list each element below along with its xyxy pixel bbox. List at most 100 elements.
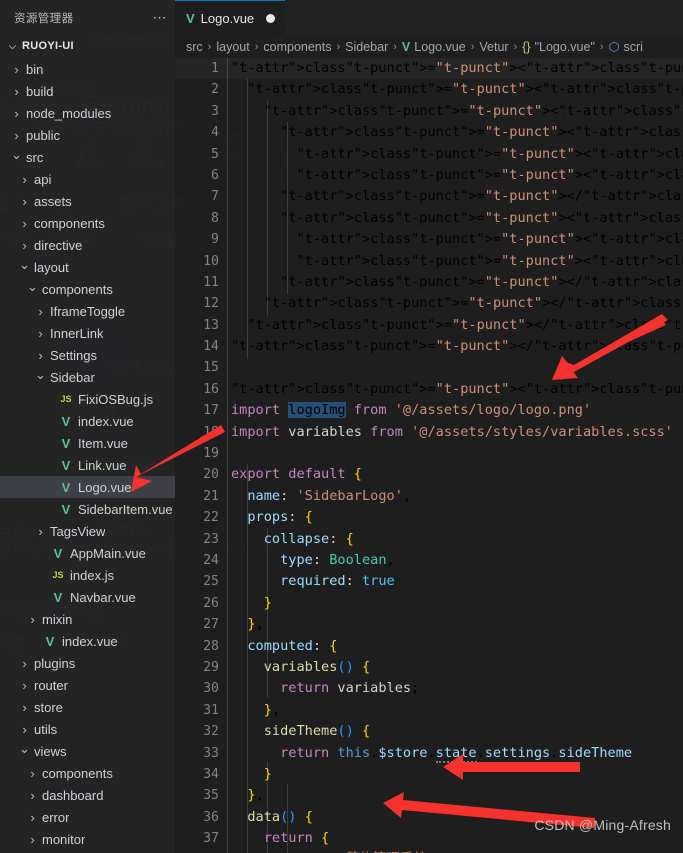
chevron-down-icon: ⌄ xyxy=(11,146,22,162)
code-line-8[interactable]: 8 "t-attr">class"t-punct">="t-punct"><"t… xyxy=(175,208,683,229)
tree-item-tagsview[interactable]: › TagsView xyxy=(0,520,175,542)
code-line-14[interactable]: 14 "t-attr">class"t-punct">="t-punct"></"… xyxy=(175,336,683,357)
tree-item-api[interactable]: › api xyxy=(0,168,175,190)
tree-item-fixiosbug-js[interactable]: JS FixiOSBug.js xyxy=(0,388,175,410)
code-editor[interactable]: 1 "t-attr">class"t-punct">="t-punct"><"t-… xyxy=(175,58,683,853)
code-line-29[interactable]: 29 variables() { xyxy=(175,657,683,678)
tree-item-sidebar[interactable]: ⌄ Sidebar xyxy=(0,366,175,388)
code-line-26[interactable]: 26 } xyxy=(175,593,683,614)
tree-item-mixin[interactable]: › mixin xyxy=(0,608,175,630)
breadcrumb-segment-4[interactable]: V Logo.vue xyxy=(402,40,466,54)
tree-item-node-modules[interactable]: › node_modules xyxy=(0,102,175,124)
code-line-4[interactable]: 4 "t-attr">class"t-punct">="t-punct"><"t… xyxy=(175,122,683,143)
code-line-21[interactable]: 21 name: 'SidebarLogo', xyxy=(175,486,683,507)
tree-item-link-vue[interactable]: V Link.vue xyxy=(0,454,175,476)
code-line-3[interactable]: 3 "t-attr">class"t-punct">="t-punct"><"t… xyxy=(175,101,683,122)
tree-item-logo-vue[interactable]: V Logo.vue xyxy=(0,476,175,498)
tree-item-components[interactable]: › components xyxy=(0,762,175,784)
code-line-28[interactable]: 28 computed: { xyxy=(175,636,683,657)
code-line-23[interactable]: 23 collapse: { xyxy=(175,529,683,550)
tree-item-index-vue[interactable]: Vindex.vue xyxy=(0,410,175,432)
code-line-20[interactable]: 20 export default { xyxy=(175,464,683,485)
breadcrumb-segment-0[interactable]: src xyxy=(186,40,203,54)
code-line-9[interactable]: 9 "t-attr">class"t-punct">="t-punct"><"t… xyxy=(175,229,683,250)
code-line-31[interactable]: 31 }, xyxy=(175,700,683,721)
tree-item-index-vue[interactable]: Vindex.vue xyxy=(0,630,175,652)
tree-item-src[interactable]: ⌄ src xyxy=(0,146,175,168)
tree-item-public[interactable]: › public xyxy=(0,124,175,146)
code-line-19[interactable]: 19 xyxy=(175,443,683,464)
workspace-root-row[interactable]: ⌵ RUOYI-UI xyxy=(0,35,175,57)
tree-item-views[interactable]: ⌄ views xyxy=(0,740,175,762)
code-line-33[interactable]: 33 return this.$store.state.settings.sid… xyxy=(175,743,683,764)
tree-item-item-vue[interactable]: V Item.vue xyxy=(0,432,175,454)
tree-item-layout[interactable]: ⌄ layout xyxy=(0,256,175,278)
chevron-down-icon: ⌄ xyxy=(19,740,30,756)
tree-item-components[interactable]: › components xyxy=(0,212,175,234)
code-line-17[interactable]: 17 import logoImg from '@/assets/logo/log… xyxy=(175,400,683,421)
code-line-1[interactable]: 1 "t-attr">class"t-punct">="t-punct"><"t-… xyxy=(175,58,683,79)
code-line-16[interactable]: 16 "t-attr">class"t-punct">="t-punct"><"t… xyxy=(175,379,683,400)
line-number-21: 21 xyxy=(203,488,219,504)
tree-item-utils[interactable]: › utils xyxy=(0,718,175,740)
tree-item-innerlink[interactable]: › InnerLink xyxy=(0,322,175,344)
code-line-10[interactable]: 10 "t-attr">class"t-punct">="t-punct"><"… xyxy=(175,251,683,272)
code-line-12[interactable]: 12 "t-attr">class"t-punct">="t-punct"></… xyxy=(175,293,683,314)
tree-item-store[interactable]: › store xyxy=(0,696,175,718)
tree-item-sidebaritem-vue[interactable]: V SidebarItem.vue xyxy=(0,498,175,520)
tree-item-navbar-vue[interactable]: V Navbar.vue xyxy=(0,586,175,608)
breadcrumb-segment-1[interactable]: layout xyxy=(216,40,249,54)
code-line-35[interactable]: 35 }, xyxy=(175,785,683,806)
tree-item-error[interactable]: › error xyxy=(0,806,175,828)
chevron-right-icon: › xyxy=(38,303,43,319)
breadcrumb-segment-3[interactable]: Sidebar xyxy=(345,40,388,54)
tree-item-settings[interactable]: › Settings xyxy=(0,344,175,366)
code-line-2[interactable]: 2 "t-attr">class"t-punct">="t-punct"><"t… xyxy=(175,79,683,100)
code-line-22[interactable]: 22 props: { xyxy=(175,507,683,528)
code-text: }, xyxy=(247,787,264,804)
tree-item-iframetoggle[interactable]: › IframeToggle xyxy=(0,300,175,322)
code-line-11[interactable]: 11 "t-attr">class"t-punct">="t-punct"></… xyxy=(175,272,683,293)
code-line-15[interactable]: 15 xyxy=(175,357,683,378)
tree-item-assets[interactable]: › assets xyxy=(0,190,175,212)
breadcrumb-segment-7[interactable]: ⬡ scri xyxy=(609,39,643,55)
unsaved-dot-icon[interactable] xyxy=(266,13,276,23)
line-number-31: 31 xyxy=(203,702,219,718)
tree-item-index-js[interactable]: JS index.js xyxy=(0,564,175,586)
tab-logo-vue[interactable]: V Logo.vue xyxy=(175,0,286,35)
code-line-25[interactable]: 25 required: true xyxy=(175,571,683,592)
code-line-32[interactable]: 32 sideTheme() { xyxy=(175,721,683,742)
tree-item-label: mixin xyxy=(42,611,73,627)
tree-item-build[interactable]: › build xyxy=(0,80,175,102)
code-line-6[interactable]: 6 "t-attr">class"t-punct">="t-punct"><"t… xyxy=(175,165,683,186)
tree-item-directive[interactable]: › directive xyxy=(0,234,175,256)
breadcrumb-segment-5[interactable]: Vetur xyxy=(479,40,508,54)
code-text: computed: { xyxy=(247,637,338,654)
code-line-7[interactable]: 7 "t-attr">class"t-punct">="t-punct"></"… xyxy=(175,186,683,207)
tree-item-label: api xyxy=(34,171,52,187)
tree-item-monitor[interactable]: › monitor xyxy=(0,828,175,850)
code-line-24[interactable]: 24 type: Boolean, xyxy=(175,550,683,571)
tree-item-components[interactable]: ⌄ components xyxy=(0,278,175,300)
tree-item-plugins[interactable]: › plugins xyxy=(0,652,175,674)
tree-item-dashboard[interactable]: › dashboard xyxy=(0,784,175,806)
tree-item-label: index.vue xyxy=(78,413,134,429)
tree-item-appmain-vue[interactable]: V AppMain.vue xyxy=(0,542,175,564)
code-line-13[interactable]: 13 "t-attr">class"t-punct">="t-punct"></… xyxy=(175,315,683,336)
code-line-5[interactable]: 5 "t-attr">class"t-punct">="t-punct"><"t… xyxy=(175,144,683,165)
tree-item-router[interactable]: › router xyxy=(0,674,175,696)
code-text: data() { xyxy=(247,808,313,825)
breadcrumb-label: Logo.vue xyxy=(414,39,466,54)
code-line-18[interactable]: 18 import variables from '@/assets/styles… xyxy=(175,422,683,443)
code-line-34[interactable]: 34 } xyxy=(175,764,683,785)
chevron-right-icon: › xyxy=(38,347,43,363)
breadcrumb-segment-2[interactable]: components xyxy=(263,40,331,54)
code-line-30[interactable]: 30 return variables; xyxy=(175,678,683,699)
code-line-38[interactable]: 38 title: '若依管理系统', xyxy=(175,849,683,853)
code-line-27[interactable]: 27 }, xyxy=(175,614,683,635)
breadcrumb-segment-6[interactable]: {} "Logo.vue" xyxy=(522,40,595,54)
ellipsis-icon[interactable]: ⋯ xyxy=(149,8,171,28)
tree-item-bin[interactable]: › bin xyxy=(0,58,175,80)
tree-item-label: layout xyxy=(34,259,69,275)
